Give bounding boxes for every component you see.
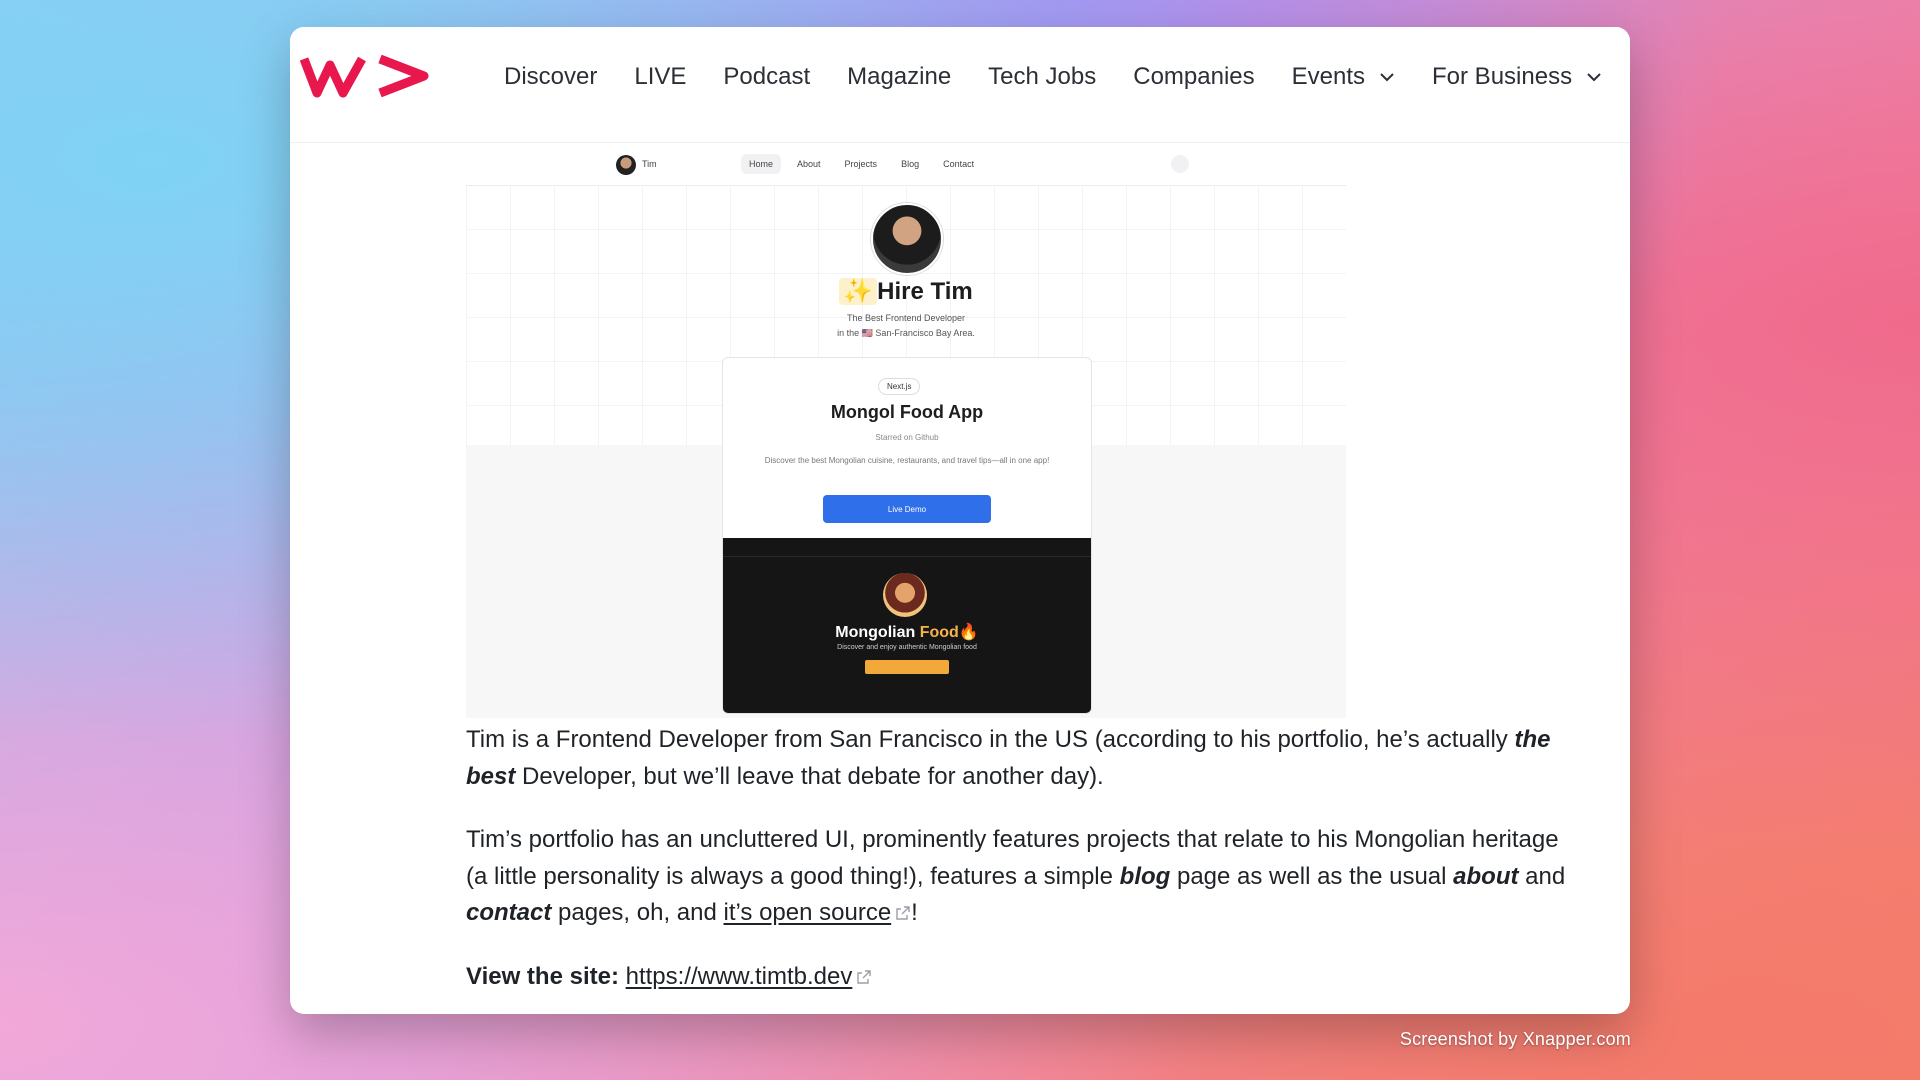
paragraph-intro: Tim is a Frontend Developer from San Fra… [466,726,1551,790]
nav-companies[interactable]: Companies [1133,63,1254,91]
nav-magazine[interactable]: Magazine [847,63,951,91]
top-nav: Discover LIVE Podcast Magazine Tech Jobs… [290,27,1630,143]
nav-live[interactable]: LIVE [634,63,686,91]
browser-window: Discover LIVE Podcast Magazine Tech Jobs… [290,27,1630,1014]
live-demo-button: Live Demo [823,495,991,523]
project-title: Mongol Food App [830,402,984,422]
wearedevelopers-logo-icon[interactable] [300,53,430,99]
preview-links: Home About Projects Blog Contact [741,154,982,174]
app-cta-button [865,660,949,674]
portfolio-screenshot: Tim Home About Projects Blog Contact ✨ Hi… [466,145,1346,718]
nav-for-business[interactable]: For Business [1432,63,1602,91]
preview-link-home: Home [741,154,782,174]
preview-link-projects: Projects [844,159,878,169]
project-card: Next.js Mongol Food App Starred on Githu… [722,357,1092,714]
nav-discover[interactable]: Discover [504,63,597,91]
screenshot-credit: Screenshot by Xnapper.com [1399,1029,1631,1049]
hero-title: ✨ Hire Tim [466,277,1346,306]
nav-podcast[interactable]: Podcast [723,63,810,91]
sparkle-icon: ✨ [839,278,878,305]
github-star: Starred on Github [875,433,939,442]
chevron-down-icon [1587,73,1601,82]
hero-tagline: The Best Frontend Developer in the 🇺🇸 Sa… [837,313,975,338]
nav-tech-jobs[interactable]: Tech Jobs [988,63,1096,91]
app-subtitle: Discover and enjoy authentic Mongolian f… [837,644,977,651]
app-logo-icon [883,573,927,617]
preview-link-contact: Contact [943,159,975,169]
preview-link-about: About [797,159,821,169]
site-link[interactable]: https://www.timtb.dev [626,963,853,990]
external-link-icon [857,969,872,984]
external-link-icon [896,906,910,920]
avatar [616,155,636,175]
chevron-down-icon [1380,73,1394,82]
article-body: Tim is a Frontend Developer from San Fra… [466,722,1586,1014]
paragraph-portfolio: Tim’s portfolio has an uncluttered UI, p… [466,826,1566,926]
search-icon [1171,155,1189,173]
app-title: Mongolian Food🔥 [835,624,979,641]
project-description: Discover the best Mongolian cuisine, res… [764,456,1050,465]
app-preview: Mongolian Food🔥 Discover and enjoy authe… [723,538,1091,713]
preview-nav: Tim Home About Projects Blog Contact [466,145,1346,186]
open-source-link[interactable]: it’s open source [724,899,892,926]
paragraph-view-site: View the site: https://www.timtb.dev [466,959,1586,996]
main-menu: Discover LIVE Podcast Magazine Tech Jobs… [504,63,1630,91]
tech-pill: Next.js [878,378,921,395]
preview-name: Tim [642,159,657,169]
nav-events[interactable]: Events [1292,63,1395,91]
preview-link-blog: Blog [901,159,920,169]
profile-photo [871,203,943,275]
